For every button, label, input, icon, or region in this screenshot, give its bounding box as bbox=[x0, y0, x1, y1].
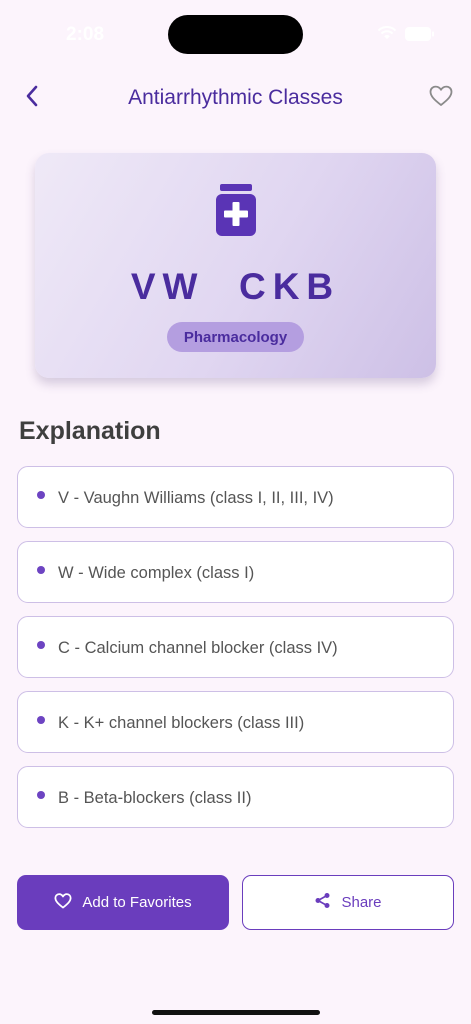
share-label: Share bbox=[341, 894, 382, 911]
list-item: W - Wide complex (class I) bbox=[17, 541, 454, 603]
bullet-dot bbox=[37, 791, 45, 799]
status-icons bbox=[377, 26, 435, 41]
page-title: Antiarrhythmic Classes bbox=[128, 86, 343, 109]
mnemonic-card: VW CKB Pharmacology bbox=[35, 153, 436, 378]
share-icon bbox=[314, 892, 331, 913]
heart-outline-icon bbox=[429, 85, 453, 112]
bullet-dot bbox=[37, 491, 45, 499]
list-item: B - Beta-blockers (class II) bbox=[17, 766, 454, 828]
add-to-favorites-button[interactable]: Add to Favorites bbox=[17, 875, 229, 930]
explanation-heading: Explanation bbox=[19, 417, 161, 445]
list-item: V - Vaughn Williams (class I, II, III, I… bbox=[17, 466, 454, 528]
list-item-text: W - Wide complex (class I) bbox=[58, 564, 255, 582]
share-button[interactable]: Share bbox=[242, 875, 454, 930]
add-to-favorites-label: Add to Favorites bbox=[82, 894, 192, 911]
explanation-list: V - Vaughn Williams (class I, II, III, I… bbox=[17, 466, 454, 841]
dynamic-island bbox=[168, 15, 303, 54]
mnemonic-text: VW CKB bbox=[130, 266, 341, 307]
bullet-dot bbox=[37, 641, 45, 649]
category-badge: Pharmacology bbox=[167, 322, 304, 352]
list-item-text: K - K+ channel blockers (class III) bbox=[58, 714, 305, 732]
list-item-text: B - Beta-blockers (class II) bbox=[58, 789, 252, 807]
wifi-icon bbox=[377, 26, 397, 41]
list-item: K - K+ channel blockers (class III) bbox=[17, 691, 454, 753]
battery-icon bbox=[405, 26, 435, 41]
status-time: 2:08 bbox=[66, 24, 105, 45]
heart-outline-icon bbox=[54, 892, 72, 913]
bullet-dot bbox=[37, 566, 45, 574]
nav-header: Antiarrhythmic Classes bbox=[0, 72, 471, 124]
bullet-dot bbox=[37, 716, 45, 724]
medicine-bottle-icon bbox=[216, 184, 256, 236]
list-item-text: C - Calcium channel blocker (class IV) bbox=[58, 639, 338, 657]
list-item: C - Calcium channel blocker (class IV) bbox=[17, 616, 454, 678]
favorite-toggle-button[interactable] bbox=[423, 80, 459, 116]
screen: 2:08 Antiarrhythmic Classes VW CKB Pharm… bbox=[0, 0, 471, 1024]
list-item-text: V - Vaughn Williams (class I, II, III, I… bbox=[58, 489, 334, 507]
home-indicator[interactable] bbox=[152, 1010, 320, 1015]
